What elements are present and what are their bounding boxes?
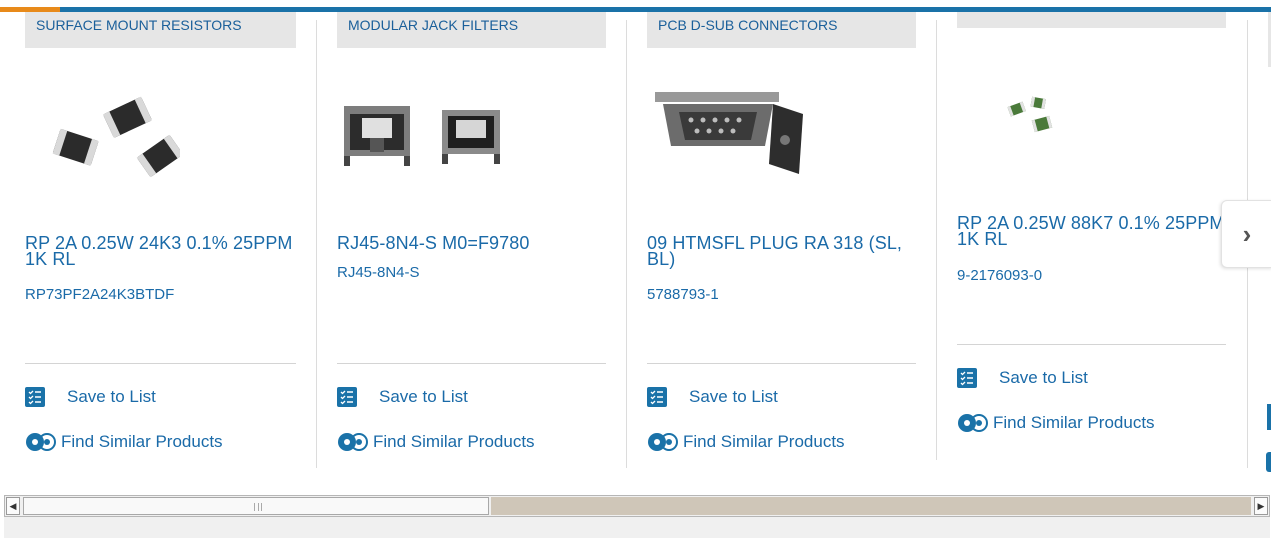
- find-similar-button[interactable]: Find Similar Products: [337, 430, 535, 454]
- category-tag[interactable]: PCB D-SUB CONNECTORS: [647, 12, 916, 48]
- gear-icon: [26, 433, 56, 451]
- part-number[interactable]: RJ45-8N4-S: [337, 264, 420, 281]
- grip-icon: [254, 503, 262, 511]
- list-icon: [25, 387, 45, 407]
- category-tag[interactable]: [957, 12, 1226, 28]
- divider: [957, 344, 1226, 345]
- scrollbar-track[interactable]: [491, 497, 1251, 515]
- divider: [25, 363, 296, 364]
- save-to-list-button[interactable]: Save to List: [647, 387, 778, 407]
- list-icon: [647, 387, 667, 407]
- gear-icon: [648, 433, 678, 451]
- scroll-left-arrow-icon[interactable]: ◀: [6, 497, 20, 515]
- bottom-panel: [4, 517, 1270, 538]
- save-to-list-button[interactable]: Save to List: [25, 387, 156, 407]
- product-title[interactable]: RP 2A 0.25W 24K3 0.1% 25PPM 1K RL: [25, 234, 295, 268]
- find-similar-label: Find Similar Products: [683, 432, 845, 451]
- save-to-list-label: Save to List: [379, 387, 468, 406]
- product-image[interactable]: [1007, 94, 1067, 143]
- product-image[interactable]: [340, 100, 510, 175]
- category-tag[interactable]: SURFACE MOUNT RESISTORS: [25, 12, 296, 48]
- horizontal-scrollbar[interactable]: ◀ ▶: [4, 495, 1270, 517]
- product-title[interactable]: 09 HTMSFL PLUG RA 318 (SL, BL): [647, 234, 915, 268]
- product-card: PCB D-SUB CONNECTORS 09 HTMSFL PLUG RA 3…: [647, 12, 916, 468]
- find-similar-button[interactable]: Find Similar Products: [957, 411, 1155, 435]
- list-icon: [337, 387, 357, 407]
- part-number[interactable]: 9-2176093-0: [957, 267, 1042, 284]
- save-to-list-button[interactable]: Save to List: [337, 387, 468, 407]
- find-similar-label: Find Similar Products: [373, 432, 535, 451]
- chevron-right-icon: ›: [1242, 218, 1252, 249]
- next-card-list-icon-edge: [1267, 404, 1271, 430]
- product-card: RP 2A 0.25W 88K7 0.1% 25PPM 1K RL 9-2176…: [957, 12, 1226, 468]
- carousel-next-button[interactable]: ›: [1221, 200, 1271, 268]
- find-similar-label: Find Similar Products: [993, 413, 1155, 432]
- product-card: MODULAR JACK FILTERS RJ45-8N4-S M0=F9780…: [337, 12, 606, 468]
- list-icon: [957, 368, 977, 388]
- category-tag[interactable]: MODULAR JACK FILTERS: [337, 12, 606, 48]
- find-similar-button[interactable]: Find Similar Products: [25, 430, 223, 454]
- card-separator: [626, 20, 627, 468]
- save-to-list-label: Save to List: [689, 387, 778, 406]
- part-number[interactable]: 5788793-1: [647, 286, 719, 303]
- card-separator: [316, 20, 317, 468]
- scrollbar-thumb[interactable]: [23, 497, 489, 515]
- product-image[interactable]: [653, 84, 803, 189]
- product-carousel: SURFACE MOUNT RESISTORS RP 2A 0.25W 24K3…: [0, 12, 1271, 492]
- save-to-list-label: Save to List: [999, 368, 1088, 387]
- product-image[interactable]: [50, 94, 184, 189]
- product-card: SURFACE MOUNT RESISTORS RP 2A 0.25W 24K3…: [25, 12, 296, 468]
- find-similar-label: Find Similar Products: [61, 432, 223, 451]
- divider: [647, 363, 916, 364]
- save-to-list-button[interactable]: Save to List: [957, 368, 1088, 388]
- divider: [337, 363, 606, 364]
- save-to-list-label: Save to List: [67, 387, 156, 406]
- find-similar-button[interactable]: Find Similar Products: [647, 430, 845, 454]
- part-number[interactable]: RP73PF2A24K3BTDF: [25, 286, 174, 303]
- card-separator: [936, 20, 937, 460]
- gear-icon: [338, 433, 368, 451]
- product-title[interactable]: RP 2A 0.25W 88K7 0.1% 25PPM 1K RL: [957, 214, 1225, 248]
- gear-icon: [958, 414, 988, 432]
- scroll-right-arrow-icon[interactable]: ▶: [1254, 497, 1268, 515]
- next-card-gear-icon-edge: [1266, 452, 1271, 472]
- product-title[interactable]: RJ45-8N4-S M0=F9780: [337, 234, 605, 252]
